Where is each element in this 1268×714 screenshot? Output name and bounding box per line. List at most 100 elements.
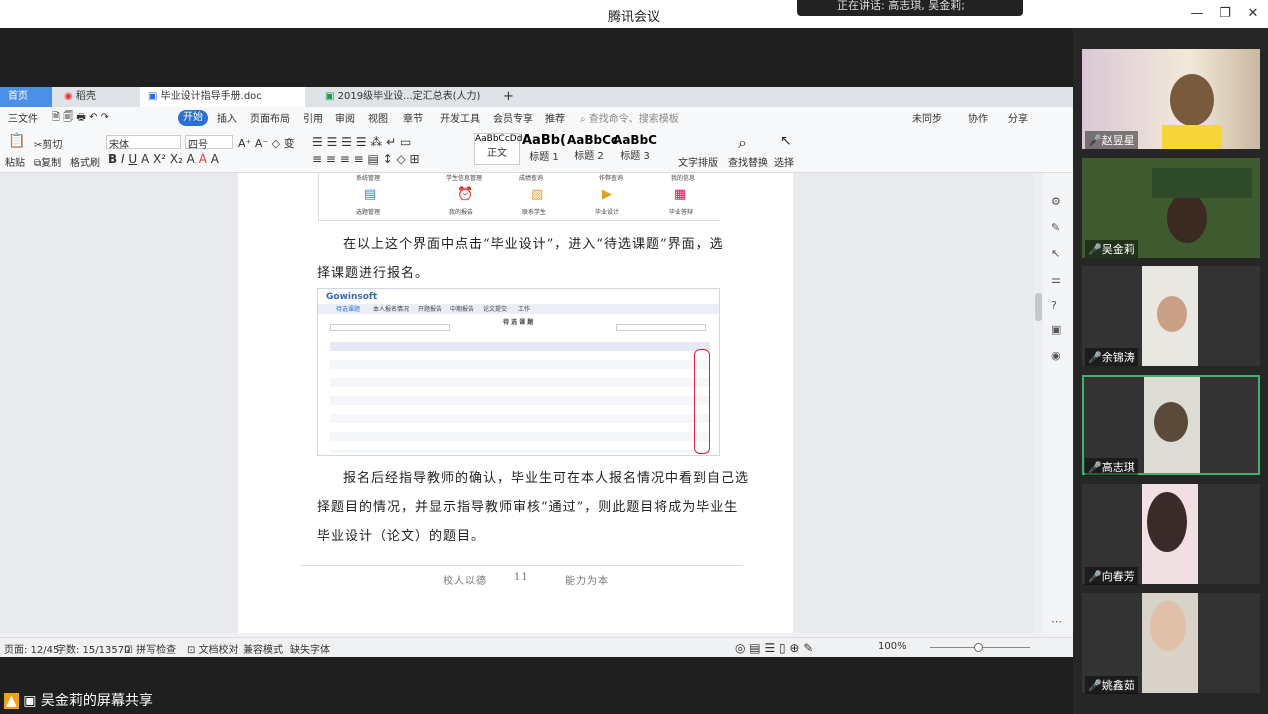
system-logo: Gowinsoft xyxy=(326,292,378,302)
select-button[interactable]: 选择 xyxy=(774,154,794,169)
user-icon: ▲ xyxy=(4,693,19,709)
participant-name: 🎤姚鑫茹 xyxy=(1085,676,1138,694)
paste-button[interactable]: 粘贴 xyxy=(5,154,25,169)
menu-dev-tools[interactable]: 开发工具 xyxy=(440,110,480,125)
page-count: 页面: 12/45 xyxy=(4,645,60,656)
embedded-system-screenshot: Gowinsoft 待选课题 本人报名情况 开题报告 中期报告 论文提交 工作 … xyxy=(317,288,720,456)
filter-search xyxy=(616,324,706,331)
icon-caption: 选题管理 xyxy=(356,209,381,216)
footer-right: 能力为本 xyxy=(565,576,609,587)
icon-caption: 成绩查询 xyxy=(519,175,544,182)
style-heading-2[interactable]: AaBbCc 标题 2 xyxy=(567,133,618,165)
menu-references[interactable]: 引用 xyxy=(303,110,323,125)
zoom-level[interactable]: 100% xyxy=(878,641,907,652)
cursor-icon[interactable]: ↖ xyxy=(1051,247,1060,260)
participant-name: 🎤吴金莉 xyxy=(1085,240,1138,258)
footer-left: 校人以德 xyxy=(443,576,487,587)
collaborate-button[interactable]: 协作 xyxy=(968,110,988,125)
footer-divider xyxy=(300,565,743,566)
tab-spreadsheet[interactable]: ▣ 2019级毕业设...定汇总表(人力) xyxy=(317,87,487,107)
font-size-select[interactable]: 四号 xyxy=(185,135,233,151)
font-style-icons[interactable]: B I U A X² X₂ A A A xyxy=(108,152,219,166)
copy-button[interactable]: ⧉复制 xyxy=(34,154,61,169)
paragraph-line: 报名后经指导教师的确认，毕业生可在本人报名情况中看到自己选 xyxy=(343,471,750,486)
paragraph-icons[interactable]: ☰ ☰ ☰ ☰ ⁂ ↵ ▭ xyxy=(312,135,411,149)
menu-layout[interactable]: 页面布局 xyxy=(250,110,290,125)
avatar xyxy=(1150,601,1186,651)
pen-icon[interactable]: ✎ xyxy=(1051,221,1060,234)
tab-home[interactable]: 首页 xyxy=(0,87,52,107)
nav-item: 工作 xyxy=(518,306,531,313)
nav-item: 待选课题 xyxy=(336,306,361,313)
menu-review[interactable]: 审阅 xyxy=(335,110,355,125)
search-command[interactable]: ⌕ 查找命令、搜索模板 xyxy=(580,110,679,125)
font-grow-icons[interactable]: A⁺ A⁻ ◇ 变 xyxy=(238,135,295,151)
menu-section[interactable]: 章节 xyxy=(403,110,423,125)
participant-name: 🎤余锦涛 xyxy=(1085,348,1138,366)
paragraph-line: 择题目的情况，并显示指导教师审核“通过”，则此题目将成为毕业生 xyxy=(317,500,739,515)
icon-caption: 毕业设计 xyxy=(595,209,620,216)
avatar xyxy=(1167,193,1207,243)
help-icon[interactable]: ? xyxy=(1051,299,1057,312)
tab-docer[interactable]: ◉ 稻壳 xyxy=(56,87,136,107)
share-label: ▲ ▣ 吴金莉的屏幕共享 xyxy=(4,693,153,709)
nav-item: 中期报告 xyxy=(450,306,475,313)
icon-caption: 毕业答辩 xyxy=(669,209,694,216)
icon-caption: 学生信息管理 xyxy=(446,175,483,182)
format-painter-button[interactable]: 格式刷 xyxy=(70,154,100,169)
text-layout-button[interactable]: 文字排版 xyxy=(678,154,718,169)
location-icon[interactable]: ◉ xyxy=(1051,349,1061,362)
scroll-thumb[interactable] xyxy=(1035,293,1042,321)
icon-caption: 我的信息 xyxy=(671,175,696,182)
menu-file[interactable]: 三文件 xyxy=(8,110,38,125)
quick-access-icons[interactable]: 🗎 🗐 🖶 ↶ ↷ xyxy=(52,110,109,127)
word-count[interactable]: 字数: 15/13570 xyxy=(56,641,130,656)
style-normal[interactable]: AaBbCcDd 正文 xyxy=(474,133,522,165)
send-arrow-icon: ▶ xyxy=(602,187,612,202)
zoom-handle[interactable] xyxy=(974,643,983,652)
share-button[interactable]: 分享 xyxy=(1008,110,1028,125)
align-icons[interactable]: ≡ ≡ ≡ ≡ ▤ ↕ ◇ ⊞ xyxy=(312,152,420,166)
image-icon[interactable]: ▣ xyxy=(1051,323,1061,336)
document-icon: ▧ xyxy=(531,187,544,202)
menu-recommend[interactable]: 推荐 xyxy=(545,110,565,125)
vertical-scrollbar[interactable] xyxy=(1034,173,1043,633)
sliders-icon[interactable]: ⚌ xyxy=(1051,273,1061,286)
menu-insert[interactable]: 插入 xyxy=(217,110,237,125)
font-family-select[interactable]: 宋体 xyxy=(106,135,181,151)
avatar xyxy=(1162,125,1222,149)
table-rows xyxy=(330,351,710,453)
nav-item: 开题报告 xyxy=(418,306,443,313)
paste-icon[interactable]: 📋 xyxy=(8,133,25,149)
system-page-title: 待 选 课 题 xyxy=(503,319,534,326)
participant-name: 🎤赵昱星 xyxy=(1085,131,1138,149)
menu-member[interactable]: 会员专享 xyxy=(493,110,533,125)
page-number: 11 xyxy=(514,572,529,583)
new-tab-icon[interactable]: + xyxy=(495,87,514,107)
sync-status[interactable]: 未同步 xyxy=(912,110,942,125)
more-icon[interactable]: ⋯ xyxy=(1051,615,1062,628)
close-icon[interactable]: ✕ xyxy=(1243,5,1263,23)
paragraph-line: 择课题进行报名。 xyxy=(317,266,430,281)
paragraph-line: 毕业设计（论文）的题目。 xyxy=(317,529,486,544)
spell-check[interactable]: ☑ 拼写检查 xyxy=(124,641,176,656)
menu-home[interactable]: 开始 xyxy=(178,110,208,126)
chalkboard-sign xyxy=(1152,168,1252,198)
style-heading-1[interactable]: AaBb(标题 1 xyxy=(522,133,566,165)
participant-name: 🎤高志琪 xyxy=(1085,458,1138,476)
minimize-icon[interactable]: — xyxy=(1187,5,1207,23)
tab-doc-active[interactable]: ▣ 毕业设计指导手册.doc xyxy=(140,87,305,107)
view-mode-icons[interactable]: ◎ ▤ ☰ ▯ ⊕ ✎ xyxy=(735,641,813,655)
cut-button[interactable]: ✂剪切 xyxy=(34,136,62,151)
share-bottom-bar xyxy=(0,686,1073,714)
doc-proofread[interactable]: ⊡ 文档校对 xyxy=(187,641,239,656)
menu-view[interactable]: 视图 xyxy=(368,110,388,125)
missing-font[interactable]: 缺失字体 xyxy=(290,641,330,656)
zoom-slider[interactable] xyxy=(930,643,1030,652)
restore-icon[interactable]: ❐ xyxy=(1215,5,1235,23)
apps-grid-icon: ▦ xyxy=(674,187,687,202)
style-icon[interactable]: ⚙ xyxy=(1051,195,1061,208)
style-heading-3[interactable]: AaBbC 标题 3 xyxy=(612,133,658,165)
find-replace-button[interactable]: 查找替换 xyxy=(728,154,768,169)
highlight-annotation xyxy=(694,349,710,454)
